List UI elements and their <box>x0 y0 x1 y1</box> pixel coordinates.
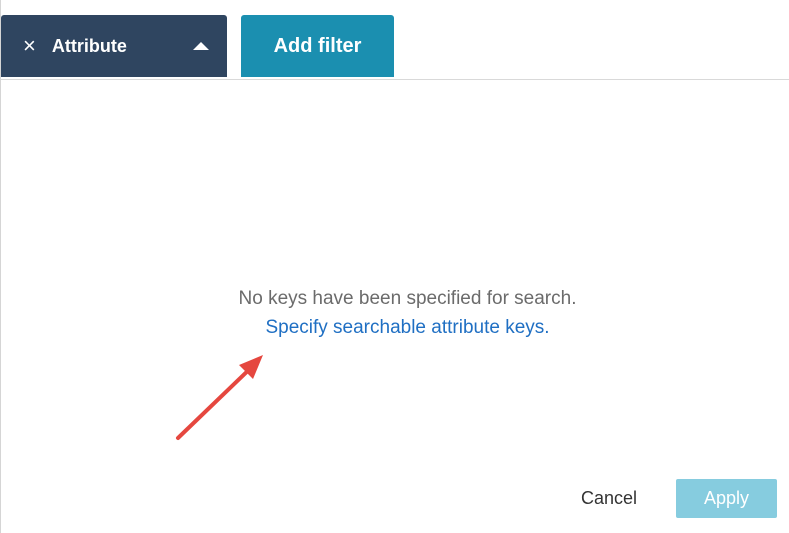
empty-state-message: No keys have been specified for search. <box>238 288 577 309</box>
specify-keys-link[interactable]: Specify searchable attribute keys. <box>1 317 789 339</box>
cancel-button[interactable]: Cancel <box>569 478 649 518</box>
attribute-filter-chip[interactable]: × Attribute <box>1 15 227 77</box>
caret-up-icon[interactable] <box>193 42 209 50</box>
apply-button[interactable]: Apply <box>676 479 777 518</box>
annotation-arrow-icon <box>176 355 263 440</box>
close-icon[interactable]: × <box>23 35 36 57</box>
filter-panel: × Attribute Add filter No keys have been… <box>0 0 789 533</box>
filter-toolbar: × Attribute Add filter <box>1 0 789 80</box>
add-filter-button[interactable]: Add filter <box>241 15 394 77</box>
attribute-chip-label: Attribute <box>51 35 127 56</box>
